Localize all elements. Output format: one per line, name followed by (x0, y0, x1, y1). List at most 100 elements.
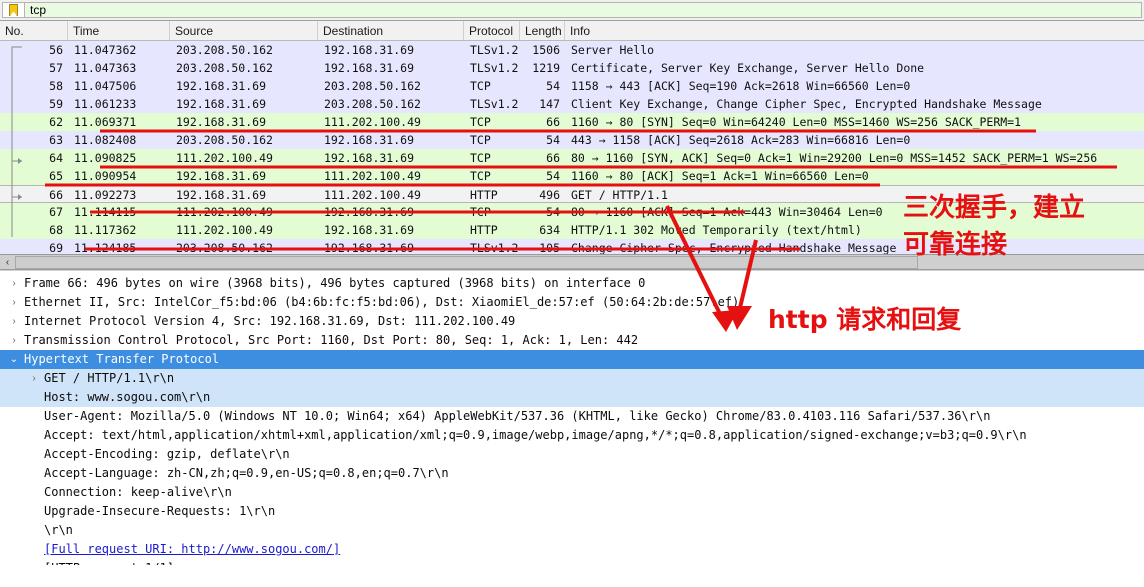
cell-destination: 203.208.50.162 (318, 77, 464, 95)
detail-row[interactable]: User-Agent: Mozilla/5.0 (Windows NT 10.0… (0, 407, 1144, 426)
cell-info: 80 → 1160 [SYN, ACK] Seq=0 Ack=1 Win=292… (565, 149, 1144, 167)
cell-source: 111.202.100.49 (170, 149, 318, 167)
bookmark-icon[interactable] (2, 2, 24, 18)
detail-row[interactable]: Upgrade-Insecure-Requests: 1\r\n (0, 502, 1144, 521)
detail-row[interactable]: Host: www.sogou.com\r\n (0, 388, 1144, 407)
cell-protocol: HTTP (464, 221, 520, 239)
detail-row-text: User-Agent: Mozilla/5.0 (Windows NT 10.0… (42, 407, 990, 426)
cell-protocol: HTTP (464, 186, 520, 202)
chevron-right-icon[interactable]: › (6, 312, 22, 331)
detail-row[interactable]: ⌄Hypertext Transfer Protocol (0, 350, 1144, 369)
cell-length: 54 (520, 203, 565, 221)
display-filter-input[interactable]: tcp (24, 2, 1142, 18)
chevron-right-icon[interactable]: › (6, 274, 22, 293)
packet-row[interactable]: 6311.082408203.208.50.162192.168.31.69TC… (0, 131, 1144, 149)
detail-row[interactable]: ›GET / HTTP/1.1\r\n (0, 369, 1144, 388)
scroll-left-icon[interactable]: ‹ (0, 255, 15, 269)
cell-source: 192.168.31.69 (170, 186, 318, 202)
chevron-right-icon[interactable]: › (6, 331, 22, 350)
cell-destination: 111.202.100.49 (318, 186, 464, 202)
detail-row[interactable]: Accept: text/html,application/xhtml+xml,… (0, 426, 1144, 445)
detail-row[interactable]: Accept-Language: zh-CN,zh;q=0.9,en-US;q=… (0, 464, 1144, 483)
cell-destination: 111.202.100.49 (318, 167, 464, 185)
detail-row-text: Host: www.sogou.com\r\n (42, 388, 210, 407)
cell-destination: 192.168.31.69 (318, 131, 464, 149)
packet-row[interactable]: 5611.047362203.208.50.162192.168.31.69TL… (0, 41, 1144, 59)
cell-no: 68 (0, 221, 68, 239)
cell-length: 1506 (520, 41, 565, 59)
cell-protocol: TCP (464, 149, 520, 167)
cell-info: Client Key Exchange, Change Cipher Spec,… (565, 95, 1144, 113)
detail-row-text: Accept-Language: zh-CN,zh;q=0.9,en-US;q=… (42, 464, 449, 483)
column-header-destination[interactable]: Destination (318, 21, 464, 40)
column-header-info[interactable]: Info (565, 21, 1144, 40)
detail-row[interactable]: ›Ethernet II, Src: IntelCor_f5:bd:06 (b4… (0, 293, 1144, 312)
annotation-handshake-line2: 可靠连接 (903, 224, 1007, 261)
cell-info: 443 → 1158 [ACK] Seq=2618 Ack=283 Win=66… (565, 131, 1144, 149)
cell-time: 11.114115 (68, 203, 170, 221)
detail-row-text: Upgrade-Insecure-Requests: 1\r\n (42, 502, 275, 521)
column-header-length[interactable]: Length (520, 21, 565, 40)
cell-protocol: TLSv1.2 (464, 41, 520, 59)
cell-no: 65 (0, 167, 68, 185)
cell-destination: 192.168.31.69 (318, 203, 464, 221)
packet-row[interactable]: 5811.047506192.168.31.69203.208.50.162TC… (0, 77, 1144, 95)
packet-row[interactable]: 6211.069371192.168.31.69111.202.100.49TC… (0, 113, 1144, 131)
detail-row[interactable]: ›Internet Protocol Version 4, Src: 192.1… (0, 312, 1144, 331)
annotation-handshake-line1: 三次握手，建立 (903, 187, 1085, 224)
cell-no: 64 (0, 149, 68, 167)
cell-destination: 111.202.100.49 (318, 113, 464, 131)
chevron-right-icon[interactable]: › (6, 293, 22, 312)
packet-row[interactable]: 6511.090954192.168.31.69111.202.100.49TC… (0, 167, 1144, 185)
cell-time: 11.047506 (68, 77, 170, 95)
detail-row-text: Hypertext Transfer Protocol (22, 350, 219, 369)
cell-time: 11.047363 (68, 59, 170, 77)
column-header-protocol[interactable]: Protocol (464, 21, 520, 40)
cell-destination: 192.168.31.69 (318, 41, 464, 59)
column-header-source[interactable]: Source (170, 21, 318, 40)
cell-length: 66 (520, 113, 565, 131)
chevron-down-icon[interactable]: ⌄ (6, 350, 22, 369)
cell-destination: 192.168.31.69 (318, 221, 464, 239)
cell-protocol: TCP (464, 203, 520, 221)
packet-row[interactable]: 6411.090825111.202.100.49192.168.31.69TC… (0, 149, 1144, 167)
cell-source: 192.168.31.69 (170, 95, 318, 113)
packet-row[interactable]: 5911.061233192.168.31.69203.208.50.162TL… (0, 95, 1144, 113)
detail-row-text: Ethernet II, Src: IntelCor_f5:bd:06 (b4:… (22, 293, 739, 312)
chevron-right-icon[interactable]: › (26, 369, 42, 388)
cell-info: 1160 → 80 [ACK] Seq=1 Ack=1 Win=66560 Le… (565, 167, 1144, 185)
cell-protocol: TCP (464, 167, 520, 185)
detail-row-text: [HTTP request 1/1] (42, 559, 174, 565)
cell-no: 59 (0, 95, 68, 113)
detail-row[interactable]: [HTTP request 1/1] (0, 559, 1144, 565)
cell-info: Certificate, Server Key Exchange, Server… (565, 59, 1144, 77)
detail-row-text: GET / HTTP/1.1\r\n (42, 369, 174, 388)
cell-length: 66 (520, 149, 565, 167)
cell-time: 11.090954 (68, 167, 170, 185)
cell-no: 69 (0, 239, 68, 254)
packet-row[interactable]: 5711.047363203.208.50.162192.168.31.69TL… (0, 59, 1144, 77)
detail-row-text: Frame 66: 496 bytes on wire (3968 bits),… (22, 274, 645, 293)
detail-row[interactable]: [Full request URI: http://www.sogou.com/… (0, 540, 1144, 559)
cell-no: 62 (0, 113, 68, 131)
cell-length: 634 (520, 221, 565, 239)
cell-destination: 192.168.31.69 (318, 239, 464, 254)
detail-row-text: Accept-Encoding: gzip, deflate\r\n (42, 445, 290, 464)
cell-info: 1160 → 80 [SYN] Seq=0 Win=64240 Len=0 MS… (565, 113, 1144, 131)
detail-row[interactable]: \r\n (0, 521, 1144, 540)
packet-list-column-headers: No. Time Source Destination Protocol Len… (0, 21, 1144, 41)
cell-protocol: TCP (464, 77, 520, 95)
detail-row[interactable]: ›Transmission Control Protocol, Src Port… (0, 331, 1144, 350)
cell-source: 192.168.31.69 (170, 167, 318, 185)
column-header-time[interactable]: Time (68, 21, 170, 40)
detail-row[interactable]: Connection: keep-alive\r\n (0, 483, 1144, 502)
scrollbar-thumb[interactable] (15, 256, 918, 269)
cell-time: 11.124185 (68, 239, 170, 254)
cell-length: 54 (520, 77, 565, 95)
cell-destination: 192.168.31.69 (318, 149, 464, 167)
detail-row[interactable]: ›Frame 66: 496 bytes on wire (3968 bits)… (0, 274, 1144, 293)
cell-length: 1219 (520, 59, 565, 77)
detail-row[interactable]: Accept-Encoding: gzip, deflate\r\n (0, 445, 1144, 464)
column-header-no[interactable]: No. (0, 21, 68, 40)
cell-no: 56 (0, 41, 68, 59)
